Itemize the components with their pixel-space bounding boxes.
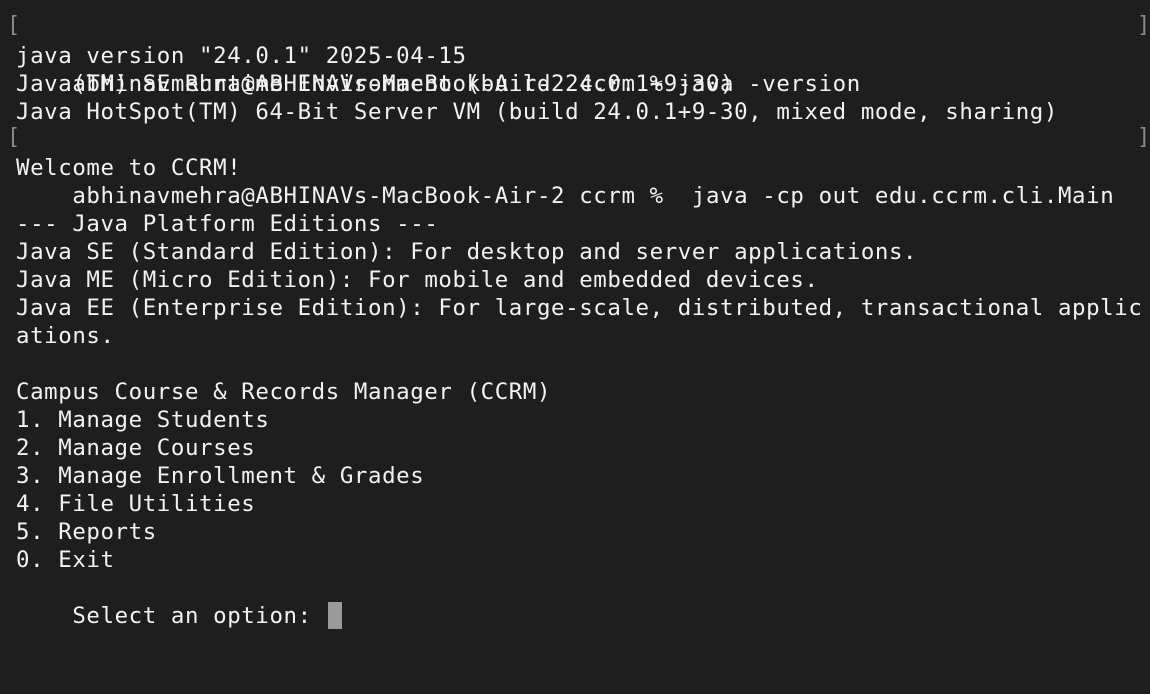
menu-option: 2. Manage Courses bbox=[16, 435, 256, 461]
output-line: --- Java Platform Editions --- bbox=[16, 211, 439, 237]
line-bracket-right-icon: ] bbox=[1137, 125, 1150, 150]
menu-option: 0. Exit bbox=[16, 547, 115, 573]
terminal-window[interactable]: [ abhinavmehra@ABHINAVs-MacBook-Air-2 cc… bbox=[0, 0, 1150, 694]
menu-option: 5. Reports bbox=[16, 519, 157, 545]
line-bracket-left-icon: [ bbox=[7, 13, 21, 38]
output-line: Welcome to CCRM! bbox=[16, 155, 242, 181]
output-line: Java HotSpot(TM) 64-Bit Server VM (build… bbox=[16, 99, 1058, 125]
line-bracket-left-icon: [ bbox=[7, 125, 21, 150]
menu-option: 1. Manage Students bbox=[16, 407, 270, 433]
prompt-text: Select an option: bbox=[72, 603, 326, 629]
output-line: Java ME (Micro Edition): For mobile and … bbox=[16, 267, 819, 293]
command-line: [ abhinavmehra@ABHINAVs-MacBook-Air-2 cc… bbox=[7, 13, 1150, 97]
input-prompt-line[interactable]: Select an option: bbox=[16, 574, 1150, 629]
output-line: ations. bbox=[16, 323, 115, 349]
output-line: java version "24.0.1" 2025-04-15 bbox=[16, 43, 467, 69]
line-bracket-right-icon: ] bbox=[1137, 13, 1150, 38]
output-line: Java EE (Enterprise Edition): For large-… bbox=[16, 295, 1143, 321]
menu-title: Campus Course & Records Manager (CCRM) bbox=[16, 379, 552, 405]
output-line: Java(TM) SE Runtime Environment (build 2… bbox=[16, 71, 735, 97]
menu-option: 4. File Utilities bbox=[16, 491, 256, 517]
menu-option: 3. Manage Enrollment & Grades bbox=[16, 463, 425, 489]
output-line: Java SE (Standard Edition): For desktop … bbox=[16, 239, 918, 265]
command-line: [ abhinavmehra@ABHINAVs-MacBook-Air-2 cc… bbox=[7, 125, 1150, 209]
text-cursor[interactable] bbox=[327, 602, 342, 629]
